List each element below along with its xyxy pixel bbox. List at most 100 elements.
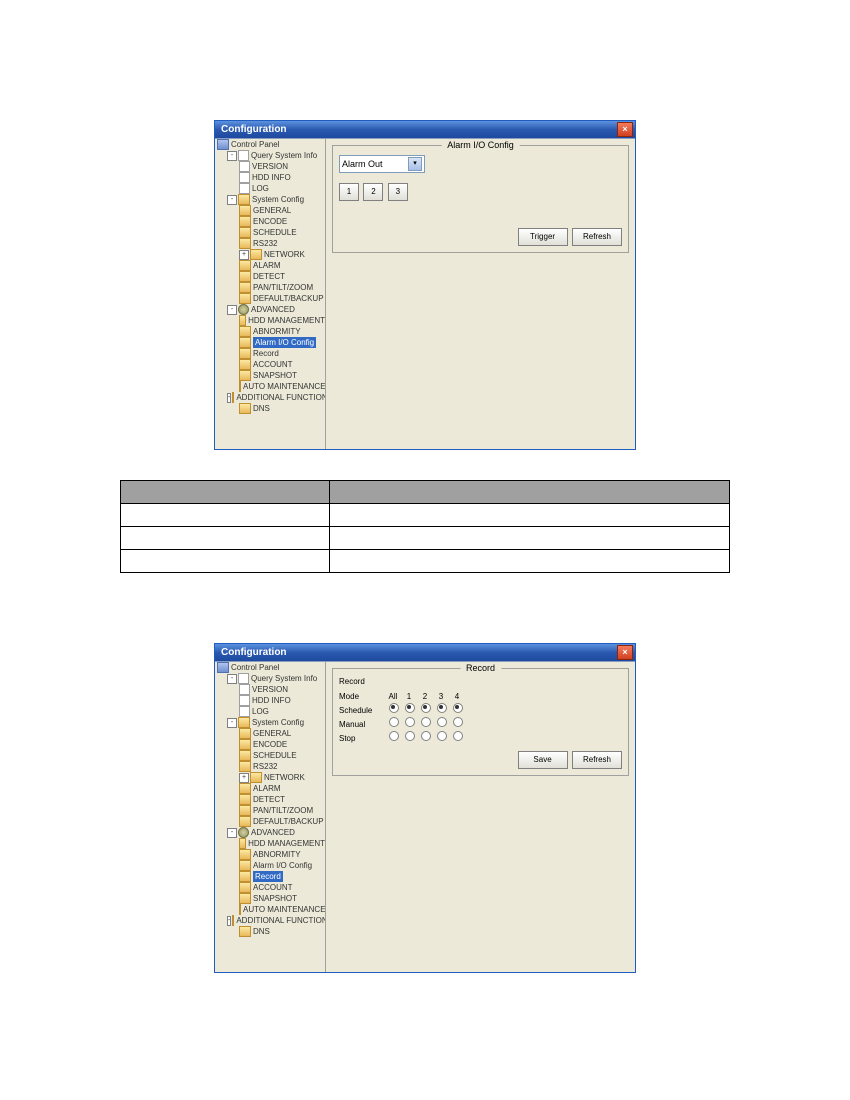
- tree-encode[interactable]: ENCODE: [215, 216, 325, 227]
- folder-icon: [238, 717, 250, 728]
- tree-detect[interactable]: DETECT: [215, 271, 325, 282]
- tree-log[interactable]: LOG: [215, 183, 325, 194]
- channel-1-button[interactable]: 1: [339, 183, 359, 201]
- main-panel: Record Record Mode All 1 2 3 4 Schedule: [326, 662, 635, 972]
- close-icon[interactable]: ×: [617, 645, 633, 660]
- radio-stop-3[interactable]: [437, 731, 447, 741]
- radio-schedule-1[interactable]: [405, 703, 415, 713]
- radio-manual-2[interactable]: [421, 717, 431, 727]
- tree-schedule[interactable]: SCHEDULE: [215, 227, 325, 238]
- tree-automaint[interactable]: AUTO MAINTENANCE: [215, 904, 325, 915]
- titlebar[interactable]: Configuration ×: [215, 644, 635, 661]
- collapse-icon[interactable]: -: [227, 674, 237, 684]
- collapse-icon[interactable]: -: [227, 305, 237, 315]
- table-header: [121, 481, 330, 504]
- tree-snapshot[interactable]: SNAPSHOT: [215, 370, 325, 381]
- channel-3-button[interactable]: 3: [388, 183, 408, 201]
- folder-icon: [238, 194, 250, 205]
- radio-stop-2[interactable]: [421, 731, 431, 741]
- tree-defbak[interactable]: DEFAULT/BACKUP: [215, 816, 325, 827]
- tree-hddmgmt[interactable]: HDD MANAGEMENT: [215, 838, 325, 849]
- folder-icon: [239, 359, 251, 370]
- tree-addfunc[interactable]: -ADDITIONAL FUNCTION: [215, 392, 325, 403]
- tree-syscfg[interactable]: -System Config: [215, 717, 325, 728]
- tree-version[interactable]: VERSION: [215, 161, 325, 172]
- folder-icon: [239, 761, 251, 772]
- tree-rs232[interactable]: RS232: [215, 761, 325, 772]
- collapse-icon[interactable]: -: [227, 718, 237, 728]
- tree-general[interactable]: GENERAL: [215, 728, 325, 739]
- tree-alarmio[interactable]: Alarm I/O Config: [215, 860, 325, 871]
- radio-manual-3[interactable]: [437, 717, 447, 727]
- tree-snapshot[interactable]: SNAPSHOT: [215, 893, 325, 904]
- tree-account[interactable]: ACCOUNT: [215, 359, 325, 370]
- collapse-icon[interactable]: -: [227, 393, 231, 403]
- alarm-out-select[interactable]: Alarm Out ▾: [339, 155, 425, 173]
- radio-schedule-4[interactable]: [453, 703, 463, 713]
- tree-addfunc[interactable]: -ADDITIONAL FUNCTION: [215, 915, 325, 926]
- col-3: 3: [433, 690, 449, 703]
- tree-hddinfo[interactable]: HDD INFO: [215, 172, 325, 183]
- trigger-button[interactable]: Trigger: [518, 228, 568, 246]
- tree-abnormity[interactable]: ABNORMITY: [215, 326, 325, 337]
- titlebar[interactable]: Configuration ×: [215, 121, 635, 138]
- channel-2-button[interactable]: 2: [363, 183, 383, 201]
- tree-defbak[interactable]: DEFAULT/BACKUP: [215, 293, 325, 304]
- tree-rs232[interactable]: RS232: [215, 238, 325, 249]
- folder-icon: [239, 326, 251, 337]
- tree-automaint[interactable]: AUTO MAINTENANCE: [215, 381, 325, 392]
- tree-alarm[interactable]: ALARM: [215, 260, 325, 271]
- tree-dns[interactable]: DNS: [215, 403, 325, 414]
- tree-hddmgmt[interactable]: HDD MANAGEMENT: [215, 315, 325, 326]
- tree-hddinfo[interactable]: HDD INFO: [215, 695, 325, 706]
- tree-record[interactable]: Record: [215, 348, 325, 359]
- tree-ptz[interactable]: PAN/TILT/ZOOM: [215, 805, 325, 816]
- radio-schedule-2[interactable]: [421, 703, 431, 713]
- tree-schedule[interactable]: SCHEDULE: [215, 750, 325, 761]
- folder-icon: [239, 271, 251, 282]
- tree-network[interactable]: +NETWORK: [215, 772, 325, 783]
- radio-schedule-3[interactable]: [437, 703, 447, 713]
- doc-icon: [239, 183, 250, 194]
- close-icon[interactable]: ×: [617, 122, 633, 137]
- refresh-button[interactable]: Refresh: [572, 228, 622, 246]
- radio-manual-all[interactable]: [389, 717, 399, 727]
- group-title: Record: [460, 663, 501, 673]
- collapse-icon[interactable]: -: [227, 151, 237, 161]
- radio-stop-all[interactable]: [389, 731, 399, 741]
- tree-advanced[interactable]: -ADVANCED: [215, 827, 325, 838]
- tree-syscfg[interactable]: -System Config: [215, 194, 325, 205]
- doc-icon: [239, 695, 250, 706]
- tree-alarm[interactable]: ALARM: [215, 783, 325, 794]
- tree-log[interactable]: LOG: [215, 706, 325, 717]
- tree-root[interactable]: Control Panel: [215, 662, 325, 673]
- tree-ptz[interactable]: PAN/TILT/ZOOM: [215, 282, 325, 293]
- tree-detect[interactable]: DETECT: [215, 794, 325, 805]
- expand-icon[interactable]: +: [239, 773, 249, 783]
- tree-record-sel[interactable]: Record: [215, 871, 325, 882]
- tree-advanced[interactable]: -ADVANCED: [215, 304, 325, 315]
- expand-icon[interactable]: +: [239, 250, 249, 260]
- tree-abnormity[interactable]: ABNORMITY: [215, 849, 325, 860]
- collapse-icon[interactable]: -: [227, 828, 237, 838]
- tree-network[interactable]: +NETWORK: [215, 249, 325, 260]
- tree-query[interactable]: -Query System Info: [215, 673, 325, 684]
- tree-alarmio-sel[interactable]: Alarm I/O Config: [215, 337, 325, 348]
- radio-stop-1[interactable]: [405, 731, 415, 741]
- tree-root[interactable]: Control Panel: [215, 139, 325, 150]
- refresh-button[interactable]: Refresh: [572, 751, 622, 769]
- collapse-icon[interactable]: -: [227, 195, 237, 205]
- tree-general[interactable]: GENERAL: [215, 205, 325, 216]
- tree-query[interactable]: -Query System Info: [215, 150, 325, 161]
- save-button[interactable]: Save: [518, 751, 568, 769]
- radio-manual-1[interactable]: [405, 717, 415, 727]
- collapse-icon[interactable]: -: [227, 916, 231, 926]
- radio-schedule-all[interactable]: [389, 703, 399, 713]
- radio-stop-4[interactable]: [453, 731, 463, 741]
- folder-icon: [239, 370, 251, 381]
- tree-account[interactable]: ACCOUNT: [215, 882, 325, 893]
- tree-dns[interactable]: DNS: [215, 926, 325, 937]
- tree-encode[interactable]: ENCODE: [215, 739, 325, 750]
- tree-version[interactable]: VERSION: [215, 684, 325, 695]
- radio-manual-4[interactable]: [453, 717, 463, 727]
